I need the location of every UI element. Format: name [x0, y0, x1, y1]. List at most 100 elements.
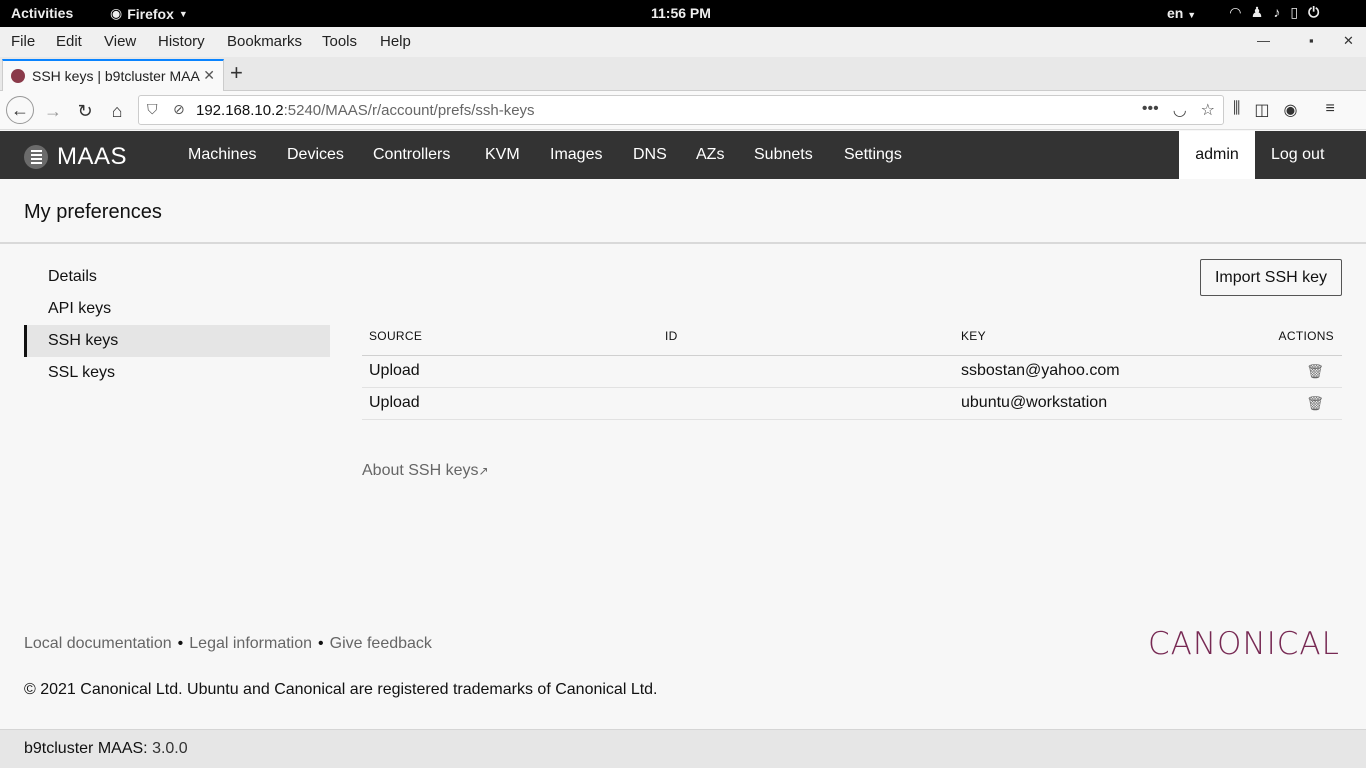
url-host: 192.168.10.2 [196, 102, 284, 119]
side-nav-api-keys[interactable]: API keys [24, 293, 330, 325]
about-ssh-keys-label: About SSH keys [362, 462, 479, 479]
footer-separator: • [177, 635, 184, 652]
nav-dns[interactable]: DNS [633, 146, 667, 164]
input-language-button[interactable]: en ▼ [1167, 5, 1196, 21]
forward-button[interactable]: → [40, 98, 66, 124]
account-icon[interactable]: ◉ [1284, 100, 1298, 120]
external-link-icon: ↗ [478, 464, 489, 478]
battery-icon: ▯ [1290, 4, 1299, 20]
page-header: My preferences [0, 179, 1366, 244]
new-tab-button[interactable]: + [230, 60, 243, 86]
copyright-text: © 2021 Canonical Ltd. Ubuntu and Canonic… [24, 681, 658, 698]
tab-ssh-keys[interactable]: SSH keys | b9tcluster MAAS ✕ [2, 59, 224, 91]
sidebar-icon[interactable]: ◫ [1254, 100, 1269, 120]
minimize-icon[interactable]: — [1257, 33, 1270, 48]
ssh-keys-table: SOURCE ID KEY ACTIONS Upload ssbostan@ya… [362, 320, 1342, 420]
page-title: My preferences [24, 201, 162, 223]
gnome-top-bar: Activities ◉ Firefox ▼ 11:56 PM en ▼ ◠ ♟… [0, 0, 1366, 27]
nav-images[interactable]: Images [550, 146, 602, 164]
app-menu-button[interactable]: ◉ Firefox ▼ [110, 5, 188, 22]
menu-history[interactable]: History [158, 33, 205, 50]
menubar: File Edit View History Bookmarks Tools H… [0, 27, 1366, 57]
nav-azs[interactable]: AZs [696, 146, 724, 164]
tab-bar: SSH keys | b9tcluster MAAS ✕ + [0, 57, 1366, 91]
menu-help[interactable]: Help [380, 33, 411, 50]
legal-information-link[interactable]: Legal information [189, 635, 312, 653]
table-row: Upload ubuntu@workstation 🗑 [362, 388, 1342, 420]
power-icon: ⏻ [1308, 4, 1320, 20]
give-feedback-link[interactable]: Give feedback [330, 635, 432, 653]
url-bar[interactable]: ⛉ ⊘ 192.168.10.2:5240/MAAS/r/account/pre… [138, 95, 1224, 125]
url-path: :5240/MAAS/r/account/prefs/ssh-keys [283, 102, 535, 119]
side-nav-ssh-keys[interactable]: SSH keys [24, 325, 330, 357]
url-text[interactable]: 192.168.10.2:5240/MAAS/r/account/prefs/s… [196, 102, 535, 119]
firefox-icon: ◉ [110, 5, 123, 21]
delete-trash-icon[interactable]: 🗑 [1306, 363, 1324, 380]
back-button[interactable]: ← [6, 96, 34, 124]
maas-brand: MAAS [57, 143, 128, 170]
column-key[interactable]: KEY [961, 329, 986, 343]
hamburger-menu-icon[interactable]: ≡ [1325, 100, 1334, 120]
preferences-side-nav: Details API keys SSH keys SSL keys [24, 261, 330, 389]
nav-user-admin[interactable]: admin [1179, 131, 1255, 179]
menu-bookmarks[interactable]: Bookmarks [227, 33, 302, 50]
tracking-shield-icon[interactable]: ⛉ [147, 101, 158, 118]
chevron-down-icon: ▼ [178, 8, 188, 19]
library-icon[interactable]: ⫼ [1233, 100, 1240, 120]
menu-file[interactable]: File [11, 33, 35, 50]
row-source: Upload [369, 362, 420, 379]
nav-subnets[interactable]: Subnets [754, 146, 813, 164]
nav-controllers[interactable]: Controllers [373, 146, 450, 164]
wifi-icon: ◠ [1230, 4, 1241, 20]
insecure-lock-icon[interactable]: ⊘ [173, 101, 185, 118]
maas-favicon-icon [11, 69, 25, 83]
menu-edit[interactable]: Edit [56, 33, 82, 50]
nav-devices[interactable]: Devices [287, 146, 344, 164]
volume-icon: ♪ [1273, 4, 1281, 20]
home-button[interactable]: ⌂ [104, 98, 130, 124]
tab-close-icon[interactable]: ✕ [203, 67, 215, 84]
nav-machines[interactable]: Machines [188, 146, 256, 164]
chevron-down-icon: ▼ [1187, 10, 1197, 20]
page-actions-icon[interactable]: ••• [1142, 100, 1159, 120]
close-icon[interactable]: ✕ [1343, 33, 1354, 49]
column-source[interactable]: SOURCE [369, 329, 422, 343]
activities-button[interactable]: Activities [11, 5, 73, 21]
app-menu-label: Firefox [127, 5, 174, 22]
menu-tools[interactable]: Tools [322, 33, 357, 50]
nav-toolbar: ← → ↻ ⌂ ⛉ ⊘ 192.168.10.2:5240/MAAS/r/acc… [0, 91, 1366, 130]
nav-kvm[interactable]: KVM [485, 146, 520, 164]
maximize-icon[interactable]: ▪ [1309, 33, 1314, 48]
logout-link[interactable]: Log out [1271, 146, 1324, 164]
nav-settings[interactable]: Settings [844, 146, 902, 164]
table-row: Upload ssbostan@yahoo.com 🗑 [362, 356, 1342, 388]
column-id[interactable]: ID [665, 329, 678, 343]
cluster-name: b9tcluster MAAS: [24, 740, 148, 757]
status-bar: b9tcluster MAAS: 3.0.0 [0, 729, 1366, 768]
side-nav-ssl-keys[interactable]: SSL keys [24, 357, 330, 389]
about-ssh-keys-link[interactable]: About SSH keys↗ [362, 462, 489, 480]
bookmark-star-icon[interactable]: ☆ [1201, 100, 1215, 120]
menu-view[interactable]: View [104, 33, 136, 50]
canonical-logo: CANONICAL [1148, 626, 1340, 662]
input-language-label: en [1167, 5, 1184, 21]
delete-trash-icon[interactable]: 🗑 [1306, 395, 1324, 412]
local-documentation-link[interactable]: Local documentation [24, 635, 172, 653]
row-source: Upload [369, 394, 420, 411]
maas-version: 3.0.0 [152, 740, 188, 757]
side-nav-details[interactable]: Details [24, 261, 330, 293]
import-ssh-key-button[interactable]: Import SSH key [1200, 259, 1342, 296]
system-tray[interactable]: ◠ ♟ ♪ ▯ ⏻ [1230, 4, 1319, 21]
pocket-icon[interactable]: ◡ [1173, 100, 1187, 120]
url-actions: ••• ◡ ☆ [1142, 100, 1215, 120]
footer-separator: • [318, 635, 324, 652]
column-actions: ACTIONS [1278, 329, 1334, 343]
clock[interactable]: 11:56 PM [651, 5, 711, 21]
maas-logo[interactable]: MAAS [24, 143, 127, 171]
reload-button[interactable]: ↻ [72, 98, 98, 124]
toolbar-icons: ⫼ ◫ ◉ ≡ [1233, 100, 1335, 120]
tab-title: SSH keys | b9tcluster MAAS [32, 68, 200, 84]
status-text: b9tcluster MAAS: 3.0.0 [24, 740, 188, 758]
notification-icon: ♟ [1250, 4, 1264, 20]
maas-logo-icon [24, 145, 48, 169]
